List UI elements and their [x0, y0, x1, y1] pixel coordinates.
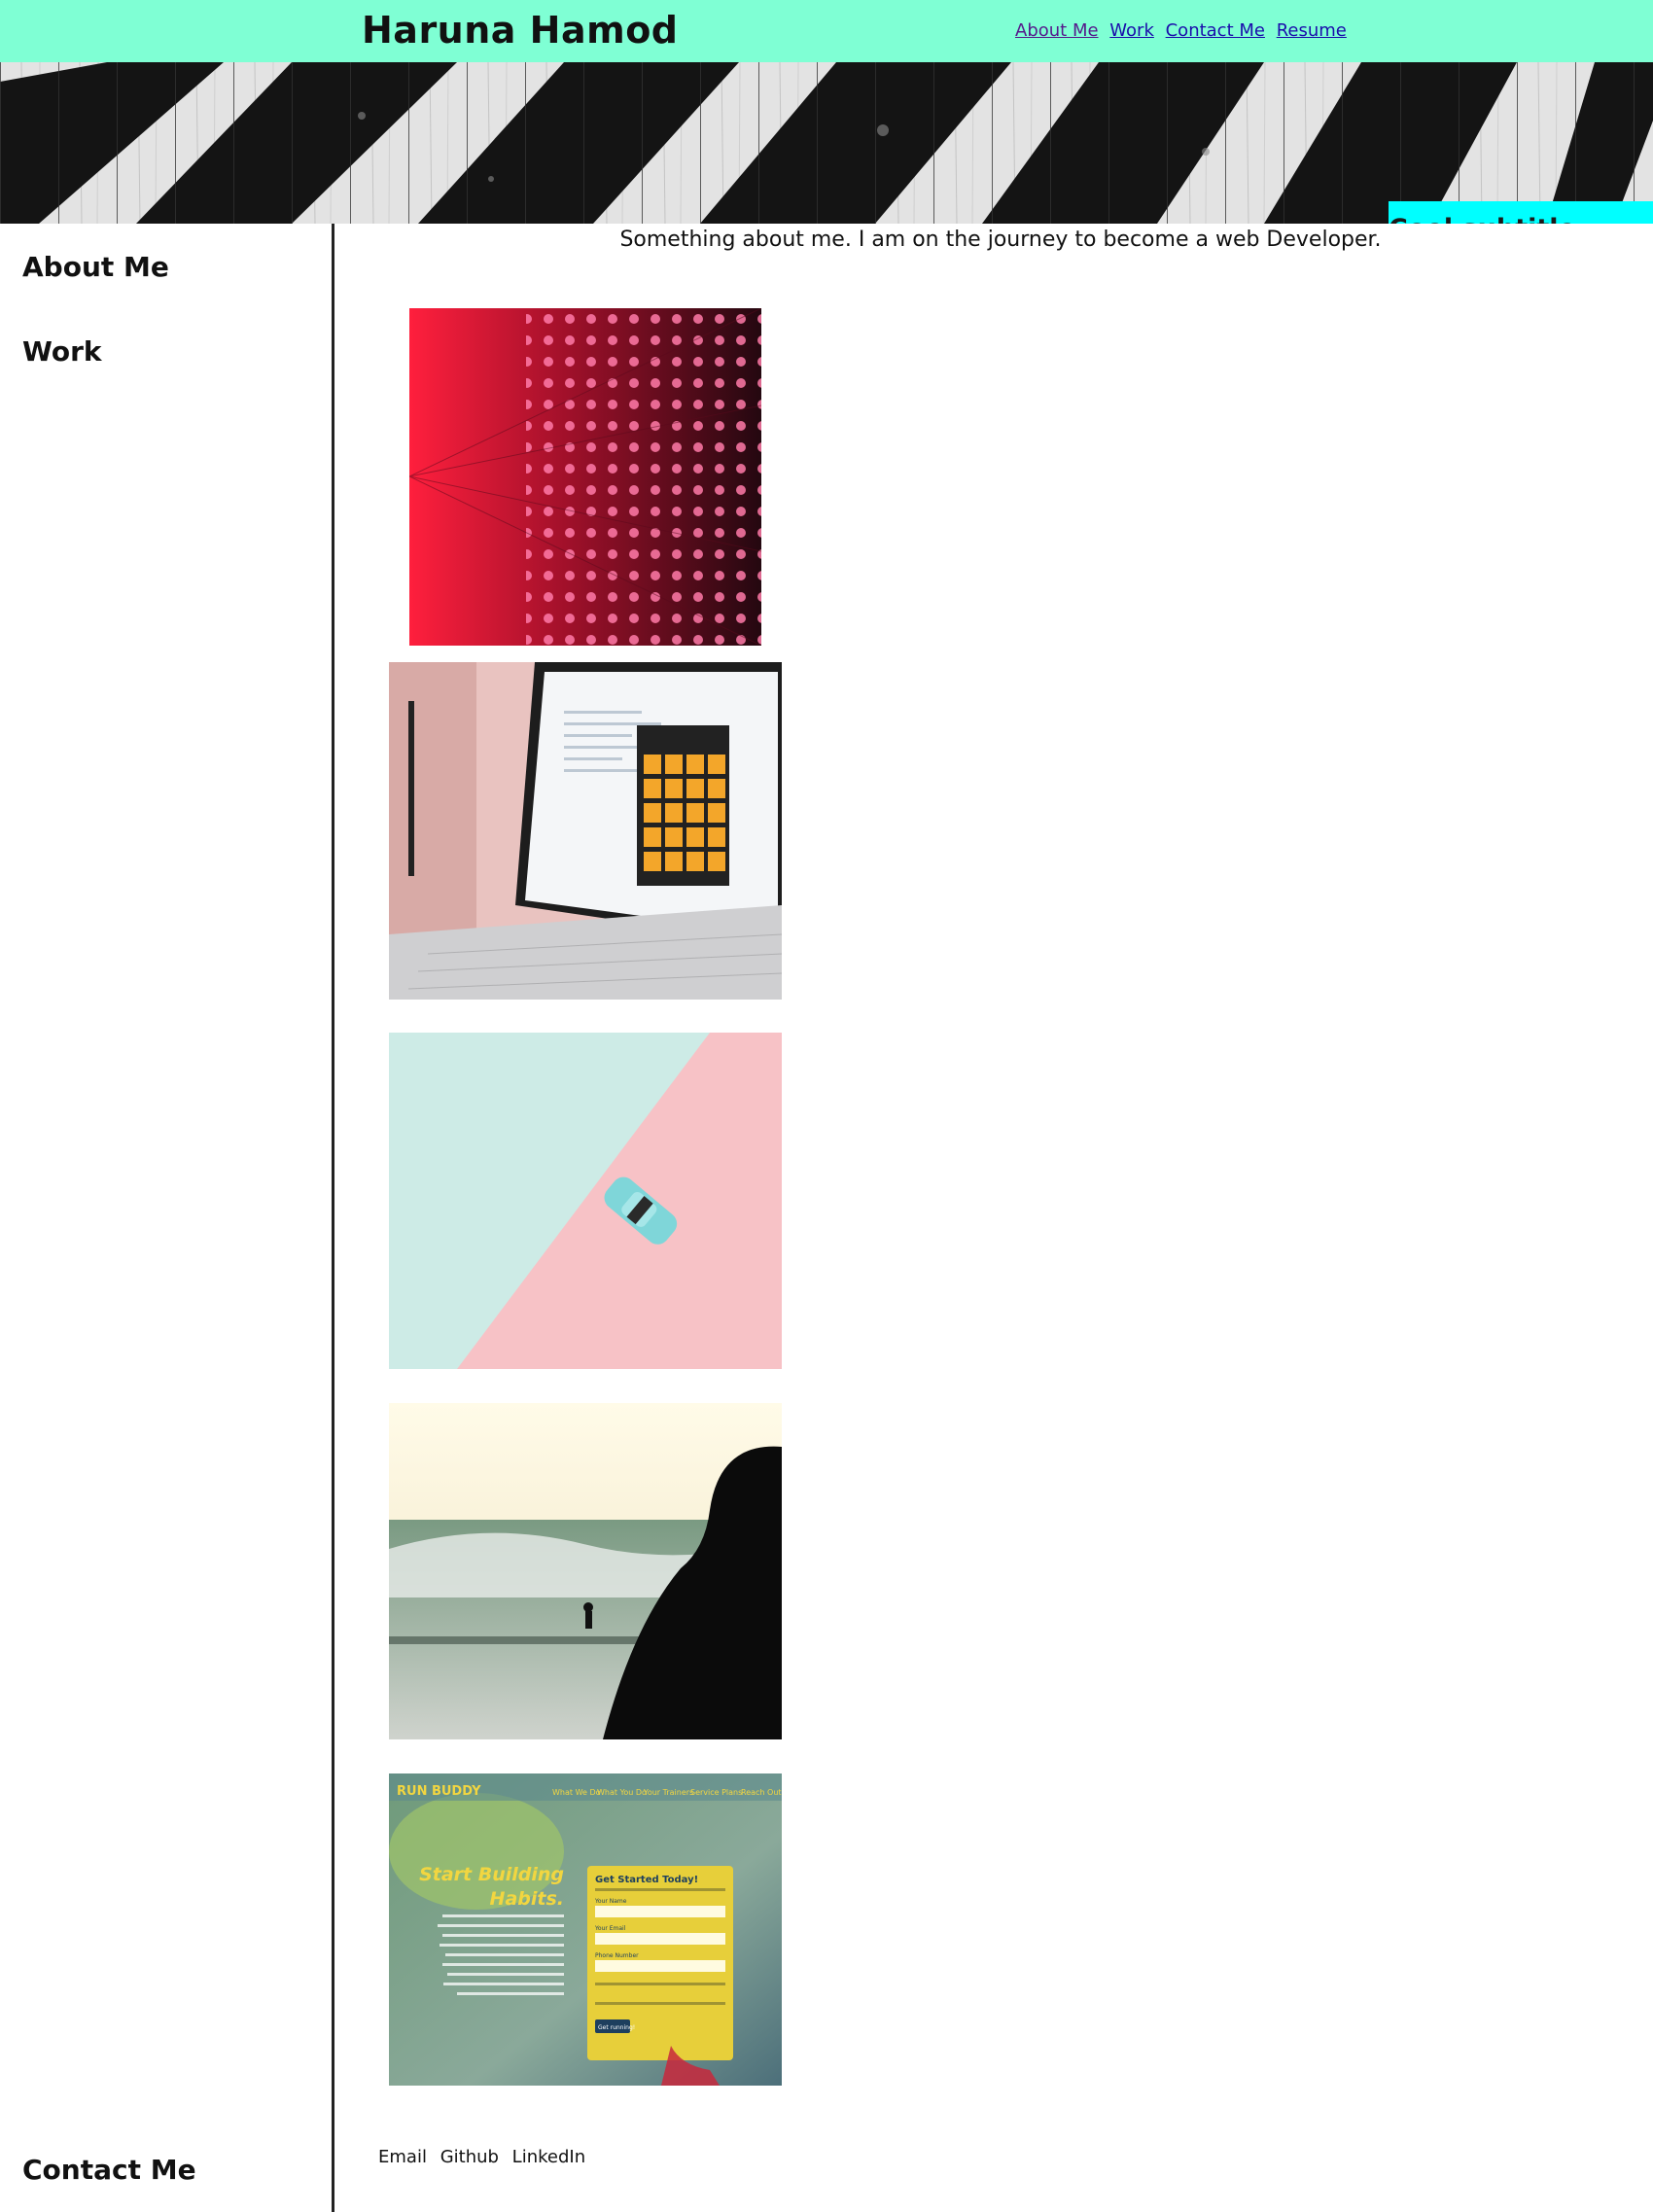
nav-link-resume[interactable]: Resume — [1277, 20, 1347, 41]
site-title: Haruna Hamod — [362, 9, 679, 52]
hero-subtitle: Cool subtitle here! — [1389, 214, 1653, 225]
run-buddy-nav-3: Service Plans — [690, 1788, 742, 1797]
page: Haruna Hamod About Me Work Contact Me Re… — [0, 0, 1653, 2212]
top-nav: About Me Work Contact Me Resume — [1015, 20, 1353, 41]
hero-striped-wood-image — [0, 62, 1653, 224]
sidebar-heading-work: Work — [22, 335, 102, 368]
nav-link-work[interactable]: Work — [1109, 20, 1154, 41]
run-buddy-nav-2: Your Trainers — [643, 1788, 693, 1797]
about-me-text: Something about me. I am on the journey … — [619, 228, 1382, 252]
work-image-red-lights[interactable] — [409, 308, 761, 646]
work-image-surfer-sunset[interactable] — [389, 1403, 782, 1739]
run-buddy-brand: RUN BUDDY — [397, 1784, 481, 1799]
run-buddy-button: Get running! — [598, 2024, 635, 2031]
run-buddy-field-phone-label: Phone Number — [595, 1952, 639, 1959]
work-image-laptop-calculator[interactable] — [389, 662, 782, 1000]
run-buddy-form-title: Get Started Today! — [595, 1875, 698, 1885]
hero-banner: Cool subtitle here! — [0, 62, 1653, 224]
run-buddy-nav-0: What We Do — [552, 1788, 601, 1797]
run-buddy-heading-line1: Start Building — [419, 1864, 564, 1885]
nav-link-contact-me[interactable]: Contact Me — [1166, 20, 1265, 41]
sidebar-heading-about-me: About Me — [22, 251, 169, 283]
contact-link-linkedin[interactable]: LinkedIn — [512, 2147, 585, 2167]
contact-link-email[interactable]: Email — [378, 2147, 427, 2167]
run-buddy-nav-1: What You Do — [597, 1788, 647, 1797]
work-image-toy-car[interactable] — [389, 1033, 782, 1369]
contact-links: Email Github LinkedIn — [378, 2147, 593, 2167]
nav-link-about-me[interactable]: About Me — [1015, 20, 1099, 41]
sidebar-heading-contact-me: Contact Me — [22, 2154, 196, 2186]
work-image-run-buddy[interactable]: RUN BUDDY What We Do What You Do Your Tr… — [389, 1773, 782, 2086]
site-header: Haruna Hamod About Me Work Contact Me Re… — [0, 0, 1653, 62]
run-buddy-nav-4: Reach Out — [741, 1788, 782, 1797]
sidebar: About Me Work Contact Me — [0, 224, 334, 2212]
run-buddy-heading-line2: Habits. — [490, 1888, 564, 1910]
run-buddy-field-name-label: Your Name — [594, 1898, 627, 1905]
run-buddy-field-email-label: Your Email — [594, 1925, 626, 1932]
contact-link-github[interactable]: Github — [440, 2147, 499, 2167]
subtitle-box: Cool subtitle here! — [1389, 201, 1653, 224]
